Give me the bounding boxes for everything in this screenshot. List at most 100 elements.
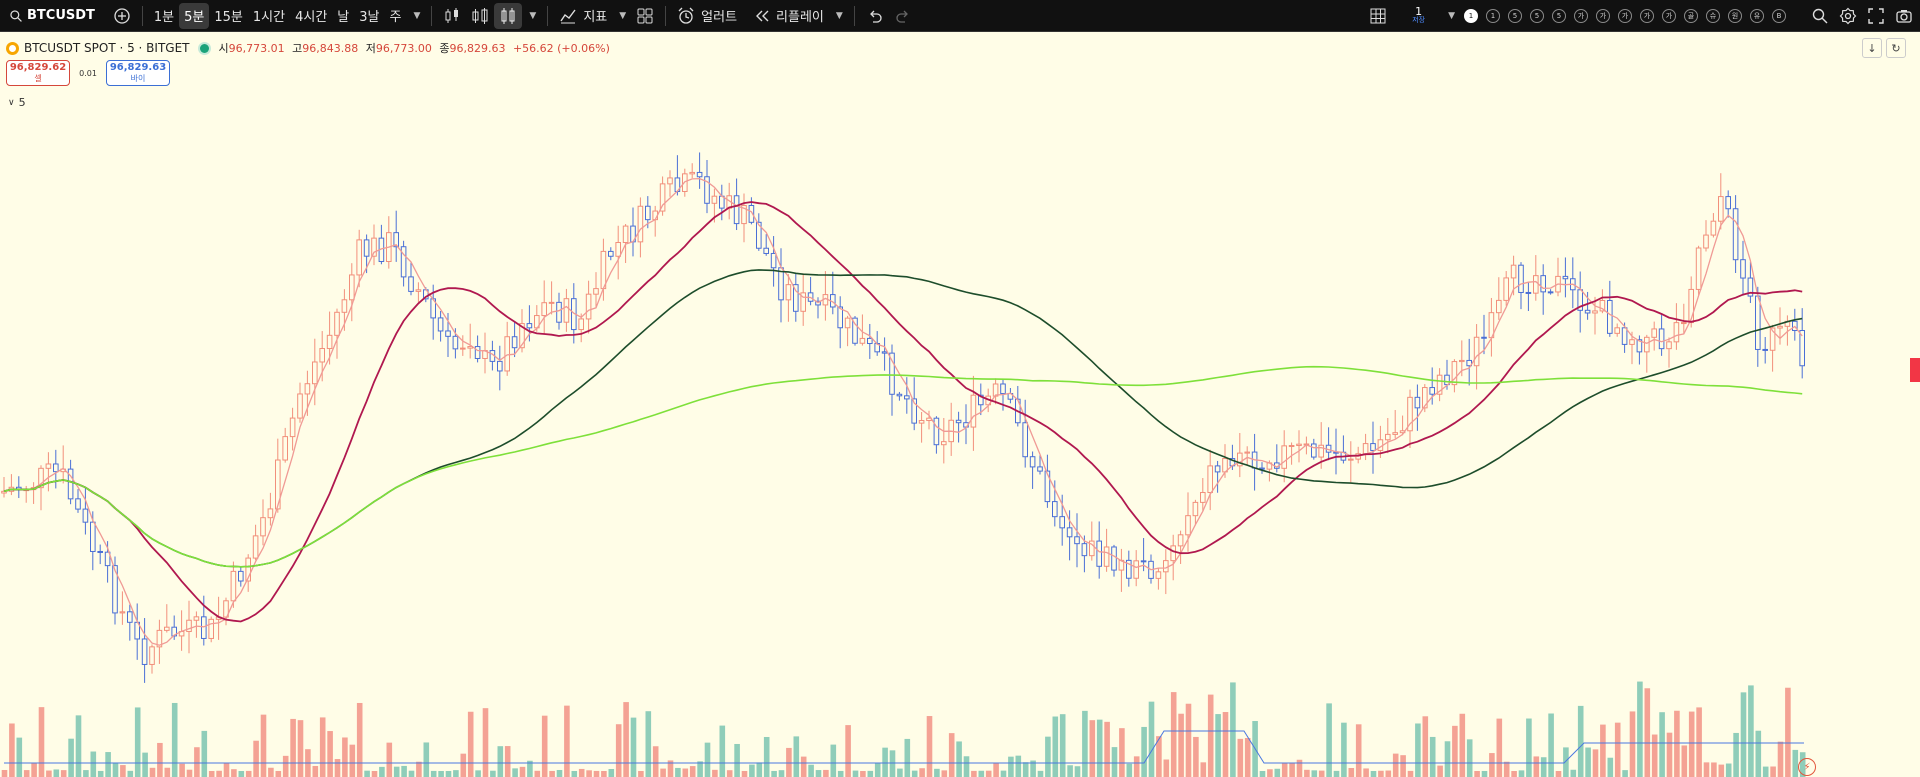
candle-body [1037,466,1043,472]
volume-bar [860,770,866,777]
template-button[interactable]: 1 [1464,8,1478,23]
interval-3d[interactable]: 3날 [354,3,384,29]
layout-grid-button[interactable] [1364,3,1392,29]
sell-button[interactable]: 96,829.62 셀 [6,60,70,86]
volume-bar [1540,757,1547,777]
volume-bar [430,770,437,777]
scroll-to-latest-button[interactable]: ↓ [1862,38,1882,58]
volume-bar [90,751,97,777]
hollow-candle-button[interactable] [494,2,523,29]
volume-bar [1481,770,1488,777]
candle-body [1614,327,1621,334]
template-button[interactable]: 5 [1508,8,1522,23]
volume-bar [260,714,267,777]
search-icon [10,9,22,22]
volume-bar [926,716,933,777]
symbol-search[interactable]: BTCUSDT [4,3,100,29]
candle-body [1044,470,1051,503]
volume-bar [1659,712,1665,777]
indicators-collapse[interactable]: ∨ 5 [8,96,26,109]
candle-body [356,239,362,276]
chart-type-dropdown[interactable]: ▼ [522,3,541,29]
template-button[interactable]: 가 [1640,8,1654,23]
template-button[interactable]: 5 [1552,8,1566,23]
template-button[interactable]: 슈 [1706,8,1720,23]
replay-dropdown[interactable]: ▼ [829,3,848,29]
undo-button[interactable] [861,3,889,29]
interval-15m[interactable]: 15분 [209,3,248,29]
settings-button[interactable] [1834,3,1862,29]
volume-bar [1718,764,1725,777]
candle-body [637,205,644,243]
volume-bar [1585,747,1591,777]
fullscreen-button[interactable] [1862,3,1890,29]
candle-body [1311,443,1317,458]
layout-dropdown[interactable]: ▼ [1441,3,1460,29]
legend-title[interactable]: BTCUSDT SPOT · 5 · BITGET [24,41,190,55]
redo-button[interactable] [889,3,917,29]
candle-body [1592,310,1598,314]
candle-body [1473,336,1480,367]
volume-bar [1644,688,1651,777]
candle-type-button[interactable] [438,3,466,29]
candle-body [1621,327,1628,345]
candle-body [1103,546,1110,567]
interval-1w[interactable]: 주 [385,3,407,29]
template-button[interactable]: B [1772,8,1786,23]
template-buttons: 1 1 5 5 5 가 가 가 가 가 골 슈 원 유 B [1460,8,1790,23]
toolbar-divider [853,5,855,26]
reset-chart-button[interactable]: ↻ [1886,38,1906,58]
replay-button[interactable]: 리플레이 [748,3,829,29]
interval-dropdown[interactable]: ▼ [406,3,425,29]
interval-5m[interactable]: 5분 [179,2,210,29]
volume-bar [556,769,563,777]
indicators-button[interactable]: 지표 [554,3,612,29]
interval-1h[interactable]: 1시간 [248,3,290,29]
candle-body [1658,328,1665,350]
interval-1m[interactable]: 1분 [149,3,179,29]
price-axis[interactable] [1914,33,1920,777]
indicators-dropdown[interactable]: ▼ [612,3,631,29]
volume-bar [1474,770,1480,777]
volume-bar [630,717,637,777]
toolbar-divider [665,5,667,26]
template-button[interactable]: 가 [1596,8,1610,23]
indicator-count: 5 [18,96,26,109]
price-chart[interactable] [0,33,1914,777]
snapshot-button[interactable] [1890,3,1918,29]
volume-bar [97,770,104,777]
template-button[interactable]: 골 [1684,8,1698,23]
template-button[interactable]: 가 [1618,8,1632,23]
volume-bar [1178,713,1184,777]
fullscreen-icon [1868,7,1884,24]
volume-bar [1148,701,1155,777]
volume-bar [9,723,15,777]
volume-bar [660,768,666,777]
bolt-icon[interactable]: ⚡ [1798,758,1816,776]
volume-bar [971,770,977,777]
template-button[interactable]: 가 [1574,8,1588,23]
alert-button[interactable]: 얼러트 [672,3,742,29]
bar-type-button[interactable] [466,3,494,29]
templates-button[interactable] [631,3,659,29]
volume-bar [1711,762,1717,777]
template-button[interactable]: 1 [1486,8,1500,23]
interval-4h[interactable]: 4시간 [290,3,332,29]
volume-bar [1141,726,1147,777]
template-button[interactable]: 가 [1662,8,1676,23]
search-button[interactable] [1806,3,1834,29]
add-symbol-button[interactable] [108,3,136,29]
candle-body [1695,247,1702,290]
interval-1d[interactable]: 날 [332,3,354,29]
chart-legend: BTCUSDT SPOT · 5 · BITGET 시96,773.01 고96… [6,40,610,56]
candle-body [1732,208,1739,261]
candle-body [252,535,259,559]
layout-save[interactable]: 1 저장 [1412,6,1425,25]
redo-icon [896,10,908,23]
buy-button[interactable]: 96,829.63 바이 [106,60,170,86]
template-button[interactable]: 5 [1530,8,1544,23]
volume-bar [364,770,370,777]
template-button[interactable]: 원 [1728,8,1742,23]
undo-icon [869,10,882,23]
template-button[interactable]: 유 [1750,8,1764,23]
